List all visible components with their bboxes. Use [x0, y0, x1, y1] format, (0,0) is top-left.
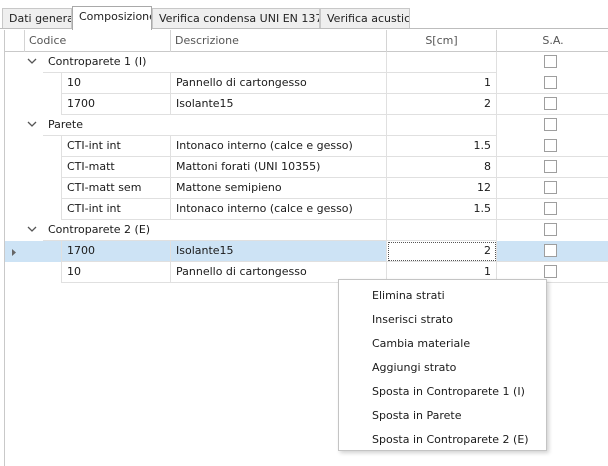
cell-spessore[interactable]: 1.5 [387, 136, 497, 157]
table-row-selected[interactable]: 1700 Isolante15 2 [5, 241, 608, 262]
group-blank [387, 115, 497, 136]
cell-descrizione: Pannello di cartongesso [171, 73, 387, 94]
cell-spessore[interactable]: 1.5 [387, 199, 497, 220]
chevron-down-icon[interactable] [27, 55, 39, 69]
menu-item-sposta-parete[interactable]: Sposta in Parete [339, 404, 546, 428]
group-blank [171, 220, 387, 241]
menu-item-elimina-strati[interactable]: Elimina strati [339, 284, 546, 308]
cell-descrizione: Intonaco interno (calce e gesso) [171, 136, 387, 157]
table-row[interactable]: CTI-matt Mattoni forati (UNI 10355) 8 [5, 157, 608, 178]
header-indicator-col [5, 30, 25, 52]
cell-sa [497, 157, 608, 178]
header-spessore[interactable]: S[cm] [387, 30, 497, 52]
sa-checkbox[interactable] [544, 244, 557, 257]
tab-composizione[interactable]: Composizione [72, 6, 152, 30]
sa-checkbox[interactable] [544, 97, 557, 110]
row-indicator-icon [11, 247, 19, 257]
tab-dati-generali[interactable]: Dati generali [2, 8, 72, 29]
cell-codice: 1700 [61, 94, 171, 115]
sa-checkbox[interactable] [544, 160, 557, 173]
table-row[interactable]: CTI-int int Intonaco interno (calce e ge… [5, 136, 608, 157]
sa-checkbox[interactable] [544, 55, 557, 68]
menu-item-sposta-controparete-1[interactable]: Sposta in Controparete 1 (I) [339, 380, 546, 404]
cell-descrizione: Mattone semipieno [171, 178, 387, 199]
sa-checkbox[interactable] [544, 265, 557, 278]
cell-descrizione: Isolante15 [171, 241, 387, 262]
group-row[interactable]: Controparete 2 (E) [5, 220, 608, 241]
cell-codice: 10 [61, 73, 171, 94]
cell-sa [497, 73, 608, 94]
cell-codice: CTI-matt sem [61, 178, 171, 199]
group-name: Controparete 1 (I) [43, 52, 171, 73]
chevron-down-icon[interactable] [27, 118, 39, 132]
group-blank [387, 52, 497, 73]
cell-spessore-focused[interactable]: 2 [387, 241, 497, 262]
table-row[interactable]: 1700 Isolante15 2 [5, 94, 608, 115]
cell-sa [497, 241, 608, 262]
tab-verifica-condensa[interactable]: Verifica condensa UNI EN 13788 [152, 8, 320, 29]
grid-header: Codice Descrizione S[cm] S.A. [5, 30, 608, 52]
menu-item-aggiungi-strato[interactable]: Aggiungi strato [339, 356, 546, 380]
cell-spessore[interactable]: 2 [387, 94, 497, 115]
group-blank [171, 115, 387, 136]
group-blank [171, 52, 387, 73]
sa-checkbox[interactable] [544, 181, 557, 194]
table-row[interactable]: CTI-int int Intonaco interno (calce e ge… [5, 199, 608, 220]
header-descrizione[interactable]: Descrizione [171, 30, 387, 52]
group-name: Controparete 2 (E) [43, 220, 171, 241]
context-menu: Elimina strati Inserisci strato Cambia m… [338, 279, 547, 451]
cell-spessore[interactable]: 1 [387, 73, 497, 94]
sa-checkbox[interactable] [544, 139, 557, 152]
sa-checkbox[interactable] [544, 223, 557, 236]
header-codice[interactable]: Codice [25, 30, 171, 52]
group-name: Parete [43, 115, 171, 136]
cell-sa [497, 178, 608, 199]
cell-spessore[interactable]: 8 [387, 157, 497, 178]
cell-codice: CTI-matt [61, 157, 171, 178]
menu-item-inserisci-strato[interactable]: Inserisci strato [339, 308, 546, 332]
menu-item-cambia-materiale[interactable]: Cambia materiale [339, 332, 546, 356]
menu-item-sposta-controparete-2[interactable]: Sposta in Controparete 2 (E) [339, 428, 546, 452]
group-row[interactable]: Controparete 1 (I) [5, 52, 608, 73]
table-row[interactable]: CTI-matt sem Mattone semipieno 12 [5, 178, 608, 199]
table-row[interactable]: 10 Pannello di cartongesso 1 [5, 73, 608, 94]
cell-codice: CTI-int int [61, 199, 171, 220]
group-row[interactable]: Parete [5, 115, 608, 136]
cell-codice: CTI-int int [61, 136, 171, 157]
cell-codice: 10 [61, 262, 171, 283]
cell-sa [497, 136, 608, 157]
cell-descrizione: Isolante15 [171, 94, 387, 115]
tab-bar: Dati generali Composizione Verifica cond… [0, 0, 608, 30]
sa-checkbox[interactable] [544, 76, 557, 89]
cell-descrizione: Mattoni forati (UNI 10355) [171, 157, 387, 178]
tab-verifica-acustica[interactable]: Verifica acustica [320, 8, 410, 29]
cell-sa [497, 94, 608, 115]
sa-checkbox[interactable] [544, 118, 557, 131]
cell-descrizione: Intonaco interno (calce e gesso) [171, 199, 387, 220]
cell-sa [497, 199, 608, 220]
cell-codice: 1700 [61, 241, 171, 262]
cell-spessore[interactable]: 12 [387, 178, 497, 199]
sa-checkbox[interactable] [544, 202, 557, 215]
group-blank [387, 220, 497, 241]
chevron-down-icon[interactable] [27, 223, 39, 237]
header-sa[interactable]: S.A. [497, 30, 608, 52]
